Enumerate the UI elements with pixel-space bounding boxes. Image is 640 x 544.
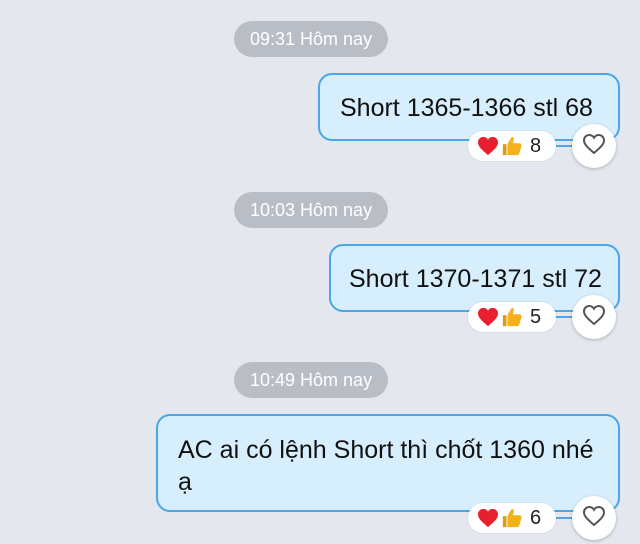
heart-icon [476,506,500,530]
message-text-line: ạ [178,468,192,496]
timestamp-text: 09:31 Hôm nay [250,29,373,49]
react-heart-button[interactable] [572,496,616,540]
heart-icon [476,305,500,329]
heart-outline-icon [582,304,606,331]
heart-outline-icon [582,505,606,532]
message-bubble[interactable]: Short 1365-1366 stl 68 [318,73,620,141]
react-heart-button[interactable] [572,295,616,339]
thumbs-up-icon [500,134,524,158]
timestamp-chip: 10:49 Hôm nay [234,362,389,398]
thumbs-up-icon [500,506,524,530]
reaction-count: 5 [530,305,542,328]
heart-icon [476,134,500,158]
message-text-line: AC ai có lệnh Short thì chốt 1360 nhé [178,436,594,464]
timestamp-chip: 10:03 Hôm nay [234,192,389,228]
timestamp-chip: 09:31 Hôm nay [234,21,389,57]
react-heart-button[interactable] [572,124,616,168]
bubble-outline-segment [556,316,572,318]
timestamp-text: 10:49 Hôm nay [250,370,373,390]
chat-thread: 09:31 Hôm nay Short 1365-1366 stl 68 8 1… [0,0,640,544]
message-text: Short 1370-1371 stl 72 [349,265,602,293]
reaction-summary[interactable]: 5 [468,302,556,332]
reaction-count: 6 [530,506,542,529]
reaction-count: 8 [530,134,542,157]
thumbs-up-icon [500,305,524,329]
bubble-outline-segment [556,517,572,519]
message-text: Short 1365-1366 stl 68 [340,94,593,122]
reaction-summary[interactable]: 6 [468,503,556,533]
timestamp-text: 10:03 Hôm nay [250,200,373,220]
bubble-outline-segment [556,145,572,147]
message-bubble[interactable]: AC ai có lệnh Short thì chốt 1360 nhé ạ [156,414,620,512]
heart-outline-icon [582,133,606,160]
reaction-summary[interactable]: 8 [468,131,556,161]
